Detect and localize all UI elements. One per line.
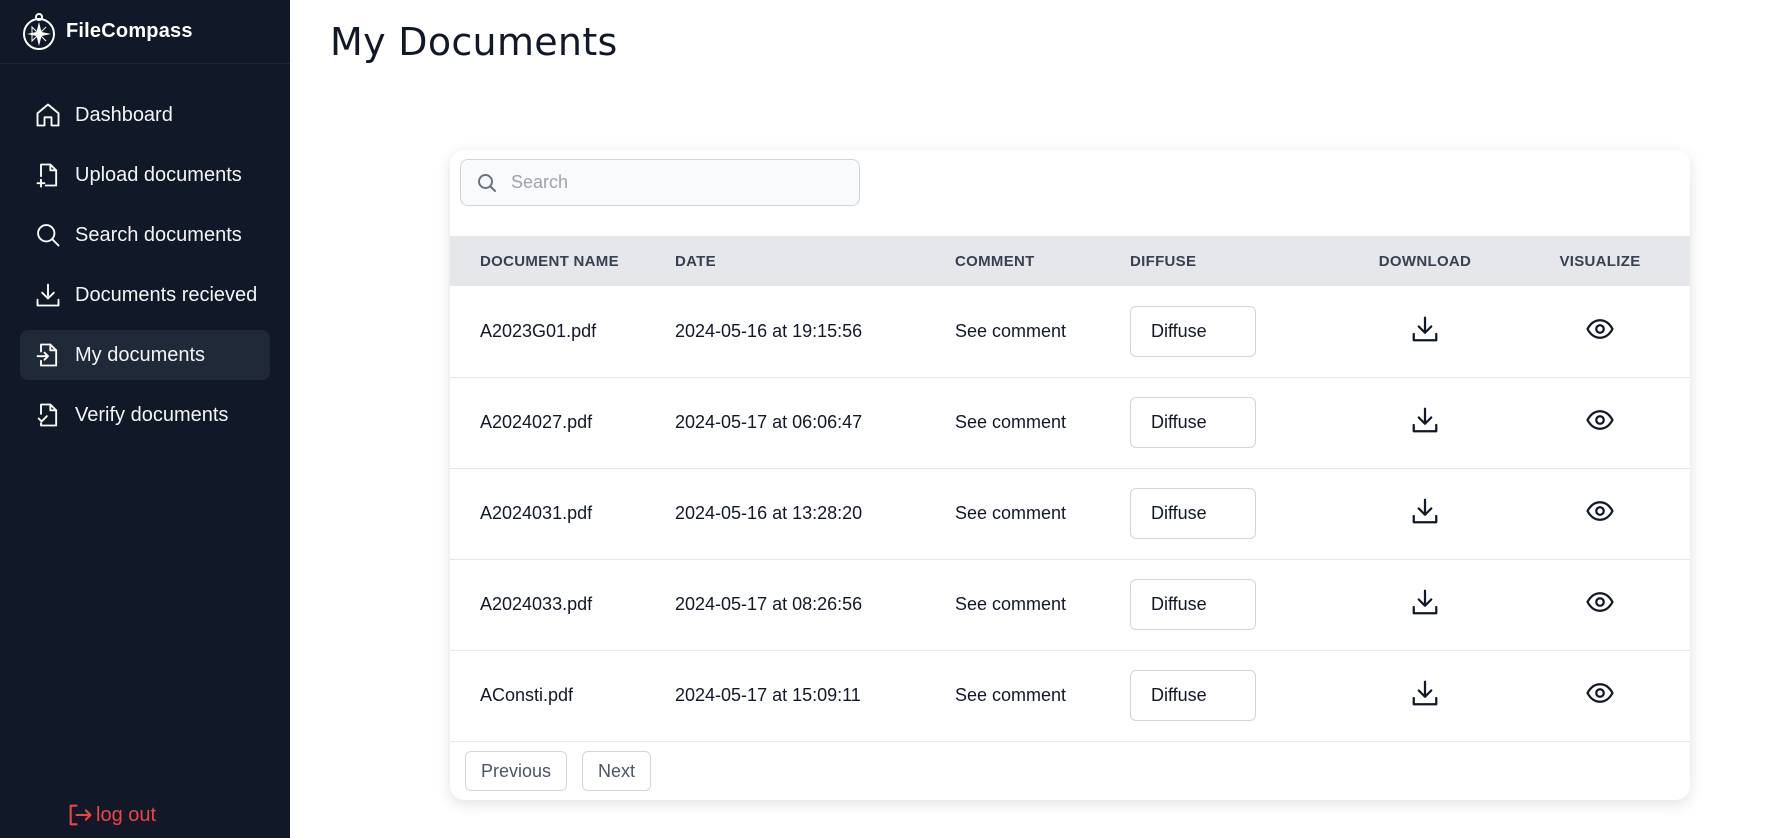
logout-label: log out — [96, 803, 157, 826]
document-date-cell: 2024-05-17 at 08:26:56 — [675, 594, 863, 614]
download-icon[interactable] — [1410, 405, 1440, 435]
column-header-diffuse: DIFFUSE — [1130, 252, 1197, 270]
see-comment-link[interactable]: See comment — [955, 503, 1066, 523]
search-box[interactable] — [460, 159, 860, 206]
sidebar-item-verify-documents[interactable]: Verify documents — [20, 390, 270, 440]
document-date-cell: 2024-05-17 at 15:09:11 — [675, 685, 861, 705]
document-name-cell: A2024031.pdf — [480, 503, 593, 523]
column-header-visualize: VISUALIZE — [1559, 252, 1641, 270]
sidebar-item-label: Search documents — [75, 223, 242, 246]
diffuse-button[interactable]: Diffuse — [1130, 488, 1256, 539]
previous-button[interactable]: Previous — [465, 751, 568, 791]
eye-icon[interactable] — [1585, 405, 1615, 435]
app-name: FileCompass — [66, 20, 193, 42]
column-header-comment: COMMENT — [955, 252, 1035, 270]
see-comment-link[interactable]: See comment — [955, 412, 1066, 432]
download-icon[interactable] — [1410, 314, 1440, 344]
compass-logo-icon — [23, 12, 55, 50]
sidebar: FileCompass Dashboard Upload documents S… — [0, 0, 290, 838]
sidebar-item-label: My documents — [75, 343, 206, 366]
sidebar-item-label: Verify documents — [75, 403, 229, 426]
eye-icon[interactable] — [1585, 587, 1615, 617]
file-check-icon — [34, 401, 62, 429]
pagination: Previous Next — [465, 751, 666, 791]
sidebar-item-label: Dashboard — [75, 103, 173, 126]
download-icon[interactable] — [1410, 496, 1440, 526]
document-date-cell: 2024-05-16 at 13:28:20 — [675, 503, 863, 523]
search-icon — [34, 221, 62, 249]
column-header-date: DATE — [675, 252, 716, 270]
logout-button[interactable]: log out — [66, 801, 156, 829]
table-row: A2024033.pdf 2024-05-17 at 08:26:56 See … — [450, 559, 1690, 650]
sidebar-item-my-documents[interactable]: My documents — [20, 330, 270, 380]
file-plus-icon — [34, 161, 62, 189]
table-row: A2023G01.pdf 2024-05-16 at 19:15:56 See … — [450, 286, 1690, 377]
page-title: My Documents — [330, 20, 618, 64]
documents-card: DOCUMENT NAME DATE COMMENT DIFFUSE DOWNL… — [450, 150, 1690, 800]
document-date-cell: 2024-05-17 at 06:06:47 — [675, 412, 863, 432]
sidebar-item-documents-recieved[interactable]: Documents recieved — [20, 270, 270, 320]
file-import-icon — [34, 341, 62, 369]
download-icon[interactable] — [1410, 678, 1440, 708]
sidebar-item-dashboard[interactable]: Dashboard — [20, 90, 270, 140]
document-name-cell: A2024027.pdf — [480, 412, 593, 432]
sidebar-item-search-documents[interactable]: Search documents — [20, 210, 270, 260]
eye-icon[interactable] — [1585, 678, 1615, 708]
search-icon — [478, 173, 496, 192]
column-header-download: DOWNLOAD — [1378, 252, 1472, 270]
eye-icon[interactable] — [1585, 314, 1615, 344]
sidebar-item-upload-documents[interactable]: Upload documents — [20, 150, 270, 200]
document-name-cell: A2024033.pdf — [480, 594, 593, 614]
see-comment-link[interactable]: See comment — [955, 594, 1066, 614]
download-icon[interactable] — [1410, 587, 1440, 617]
see-comment-link[interactable]: See comment — [955, 321, 1066, 341]
table-body: A2023G01.pdf 2024-05-16 at 19:15:56 See … — [450, 286, 1690, 741]
document-date-cell: 2024-05-16 at 19:15:56 — [675, 320, 863, 341]
table-row: A2024031.pdf 2024-05-16 at 13:28:20 See … — [450, 468, 1690, 559]
diffuse-button[interactable]: Diffuse — [1130, 579, 1256, 630]
documents-table: DOCUMENT NAME DATE COMMENT DIFFUSE DOWNL… — [450, 236, 1690, 742]
column-header-name: DOCUMENT NAME — [480, 252, 619, 270]
table-header-row: DOCUMENT NAME DATE COMMENT DIFFUSE DOWNL… — [450, 236, 1690, 286]
sidebar-item-label: Documents recieved — [75, 283, 258, 306]
document-name-cell: A2023G01.pdf — [480, 320, 597, 341]
brand[interactable]: FileCompass — [0, 0, 290, 64]
search-input[interactable] — [511, 172, 841, 193]
document-name-cell: AConsti.pdf — [480, 685, 574, 705]
see-comment-link[interactable]: See comment — [955, 685, 1066, 705]
diffuse-button[interactable]: Diffuse — [1130, 305, 1256, 357]
table-row: A2024027.pdf 2024-05-17 at 06:06:47 See … — [450, 377, 1690, 468]
diffuse-button[interactable]: Diffuse — [1130, 670, 1256, 721]
download-icon — [34, 281, 62, 309]
eye-icon[interactable] — [1585, 496, 1615, 526]
diffuse-button[interactable]: Diffuse — [1130, 397, 1256, 448]
logout-icon — [69, 804, 92, 826]
sidebar-nav: Dashboard Upload documents Search docume… — [20, 90, 270, 450]
sidebar-item-label: Upload documents — [75, 163, 242, 186]
table-row: AConsti.pdf 2024-05-17 at 15:09:11 See c… — [450, 650, 1690, 741]
next-button[interactable]: Next — [582, 751, 652, 791]
home-icon — [34, 101, 62, 129]
